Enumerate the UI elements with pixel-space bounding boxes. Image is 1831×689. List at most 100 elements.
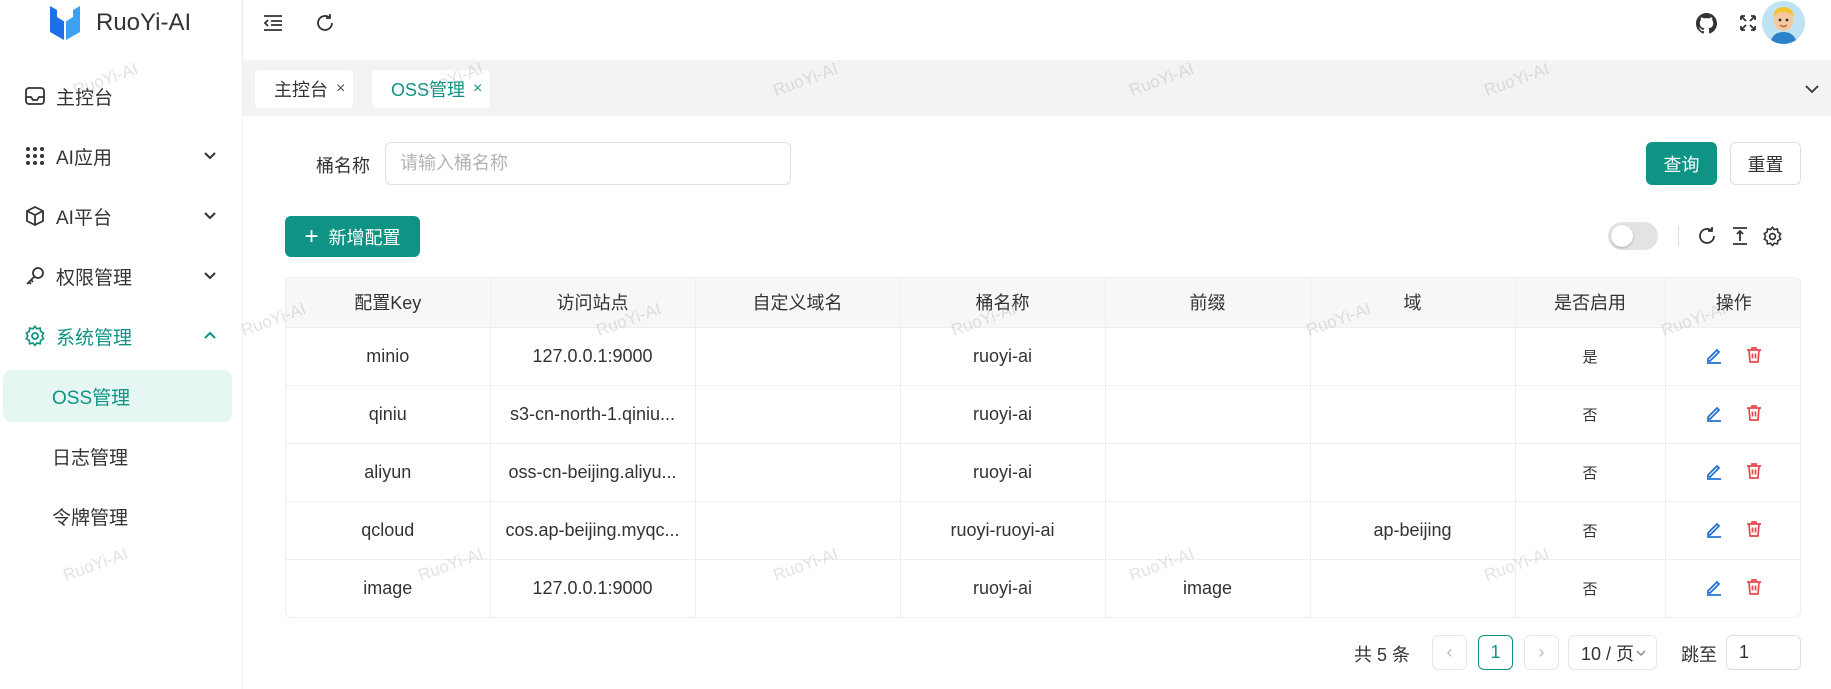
chevron-down-icon[interactable]: [1803, 80, 1821, 98]
column-header[interactable]: 域: [1310, 278, 1516, 328]
github-icon[interactable]: [1693, 10, 1719, 36]
sidebar-item-logs[interactable]: 日志管理: [0, 426, 243, 486]
total-count: 共 5 条: [1354, 645, 1411, 665]
jump-label: 跳至: [1681, 645, 1717, 665]
sidebar-item-label: 主控台: [56, 87, 114, 109]
cell-config-key: qiniu: [286, 385, 491, 444]
cell-actions: [1665, 385, 1800, 444]
chevron-down-icon: [204, 152, 216, 160]
table-refresh-icon[interactable]: [1695, 224, 1719, 248]
close-icon[interactable]: ×: [336, 80, 345, 98]
sidebar-item-label: 系统管理: [56, 327, 133, 349]
sidebar-item-oss[interactable]: OSS管理: [3, 370, 232, 422]
table-settings-icon[interactable]: [1760, 224, 1784, 248]
table-row: aliyun oss-cn-beijing.aliyu... ruoyi-ai …: [286, 443, 1800, 502]
cell-bucket-name: ruoyi-ai: [900, 327, 1106, 386]
sidebar-item-system[interactable]: 系统管理: [0, 306, 243, 366]
delete-icon[interactable]: [1743, 576, 1765, 598]
cell-enabled: 是: [1515, 327, 1666, 386]
dashboard-icon: [24, 85, 46, 107]
prev-page-button[interactable]: ‹: [1432, 635, 1467, 670]
sidebar-item-label: 日志管理: [52, 447, 129, 469]
page-size-select[interactable]: 10 / 页: [1568, 635, 1657, 670]
tab-oss[interactable]: OSS管理 ×: [372, 70, 491, 108]
cell-endpoint: 127.0.0.1:9000: [490, 559, 696, 617]
delete-icon[interactable]: [1743, 402, 1765, 424]
cell-prefix: [1105, 443, 1311, 502]
column-height-icon[interactable]: [1728, 224, 1752, 248]
table-row: qiniu s3-cn-north-1.qiniu... ruoyi-ai 否: [286, 385, 1800, 444]
bucket-name-input[interactable]: [385, 142, 791, 185]
cell-prefix: [1105, 385, 1311, 444]
chevron-up-icon: [204, 331, 216, 339]
column-header[interactable]: 访问站点: [490, 278, 696, 328]
oss-config-table: 配置Key 访问站点 自定义域名 桶名称 前缀 域 是否启用 操作 minio …: [285, 277, 1801, 618]
settings-gear-icon: [24, 325, 46, 347]
plus-icon: +: [304, 222, 319, 250]
table-header-row: 配置Key 访问站点 自定义域名 桶名称 前缀 域 是否启用 操作: [286, 278, 1800, 328]
cell-region: [1310, 385, 1516, 444]
cell-config-key: image: [286, 559, 491, 617]
query-button[interactable]: 查询: [1646, 142, 1717, 185]
delete-icon[interactable]: [1743, 344, 1765, 366]
cell-config-key: aliyun: [286, 443, 491, 502]
sidebar-item-ai-platform[interactable]: AI平台: [0, 186, 243, 246]
fullscreen-icon[interactable]: [1735, 10, 1761, 36]
sidebar-item-tokens[interactable]: 令牌管理: [0, 486, 243, 546]
table-row: image 127.0.0.1:9000 ruoyi-ai image 否: [286, 559, 1800, 617]
column-header[interactable]: 配置Key: [286, 278, 491, 328]
delete-icon[interactable]: [1743, 518, 1765, 540]
apps-grid-icon: [24, 145, 46, 167]
chevron-down-icon: [1636, 650, 1646, 656]
display-toggle[interactable]: [1608, 222, 1658, 250]
sidebar-item-label: OSS管理: [52, 387, 131, 409]
table-row: minio 127.0.0.1:9000 ruoyi-ai 是: [286, 327, 1800, 386]
chevron-down-icon: [204, 212, 216, 220]
add-config-button[interactable]: + 新增配置: [285, 216, 420, 257]
main-content: 桶名称 查询 重置 + 新增配置 配置Key 访问站点 自定义域名 桶名称: [254, 116, 1831, 689]
pagination: 共 5 条 ‹ 1 › 10 / 页 跳至: [254, 635, 1831, 671]
edit-icon[interactable]: [1703, 518, 1725, 540]
close-icon[interactable]: ×: [473, 80, 482, 98]
edit-icon[interactable]: [1703, 344, 1725, 366]
column-header[interactable]: 是否启用: [1515, 278, 1666, 328]
sidebar-item-dashboard[interactable]: 主控台: [0, 66, 243, 126]
cell-region: ap-beijing: [1310, 501, 1516, 560]
sidebar-item-label: 权限管理: [56, 267, 133, 289]
cell-enabled: 否: [1515, 443, 1666, 502]
column-header[interactable]: 桶名称: [900, 278, 1106, 328]
column-header[interactable]: 前缀: [1105, 278, 1311, 328]
page-button-current[interactable]: 1: [1478, 635, 1513, 670]
next-page-button[interactable]: ›: [1524, 635, 1559, 670]
user-avatar[interactable]: [1762, 1, 1805, 44]
cell-bucket-name: ruoyi-ai: [900, 385, 1106, 444]
delete-icon[interactable]: [1743, 460, 1765, 482]
cell-bucket-name: ruoyi-ai: [900, 443, 1106, 502]
app-name: RuoYi-AI: [96, 9, 192, 36]
refresh-icon[interactable]: [312, 10, 338, 36]
sidebar-item-label: 令牌管理: [52, 507, 129, 529]
cell-endpoint: s3-cn-north-1.qiniu...: [490, 385, 696, 444]
sidebar: RuoYi-AI 主控台 AI应用 AI平台 权限管理 系统管理 OSS管理 日…: [0, 0, 243, 689]
sidebar-item-ai-apps[interactable]: AI应用: [0, 126, 243, 186]
edit-icon[interactable]: [1703, 460, 1725, 482]
cell-config-key: minio: [286, 327, 491, 386]
cell-custom-domain: [695, 443, 901, 502]
cell-enabled: 否: [1515, 501, 1666, 560]
jump-page-input[interactable]: [1726, 635, 1801, 670]
collapse-menu-icon[interactable]: [260, 10, 286, 36]
cell-prefix: [1105, 327, 1311, 386]
tab-dashboard[interactable]: 主控台 ×: [255, 70, 354, 108]
edit-icon[interactable]: [1703, 402, 1725, 424]
cell-custom-domain: [695, 559, 901, 617]
tab-label: 主控台: [274, 80, 328, 100]
column-header[interactable]: 自定义域名: [695, 278, 901, 328]
cell-config-key: qcloud: [286, 501, 491, 560]
logo[interactable]: RuoYi-AI: [48, 0, 191, 46]
reset-button[interactable]: 重置: [1730, 142, 1801, 185]
sidebar-item-label: AI应用: [56, 147, 112, 169]
edit-icon[interactable]: [1703, 576, 1725, 598]
cell-region: [1310, 559, 1516, 617]
sidebar-item-permissions[interactable]: 权限管理: [0, 246, 243, 306]
page-size-value: 10 / 页: [1581, 643, 1635, 664]
